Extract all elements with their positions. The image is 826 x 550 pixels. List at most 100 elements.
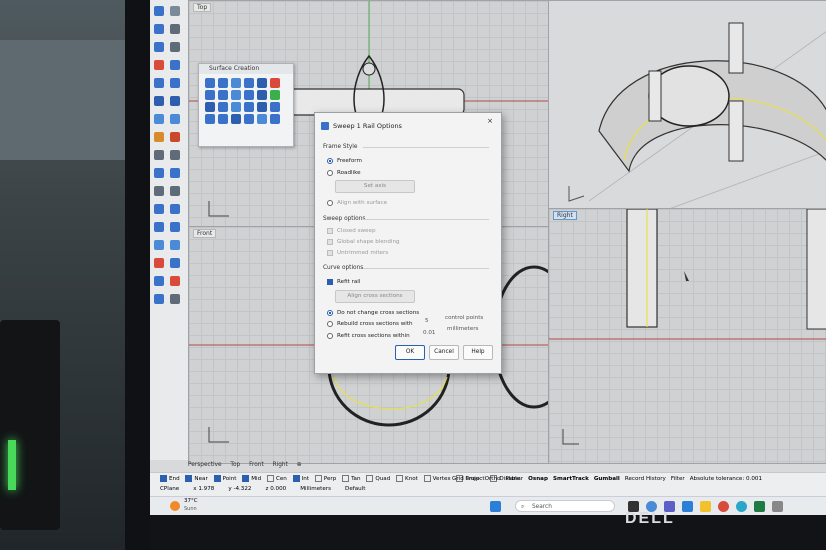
tab-add-icon[interactable]: ⊕ (297, 462, 302, 468)
render-tool-icon[interactable] (170, 222, 180, 232)
chamfer-surface-icon[interactable] (244, 102, 254, 112)
freeform-option[interactable]: Freeform (327, 158, 362, 164)
snap-end[interactable]: End (160, 475, 180, 482)
array-tool-icon[interactable] (170, 186, 180, 196)
text-tool-icon[interactable] (170, 204, 180, 214)
curve-tool-icon[interactable] (170, 6, 180, 16)
match-surface-icon[interactable] (257, 102, 267, 112)
snap-end-checkbox[interactable] (160, 475, 167, 482)
unroll-surface-icon[interactable] (231, 114, 241, 124)
snap-quad-checkbox[interactable] (366, 475, 374, 482)
toggle-filter[interactable]: Filter (671, 476, 685, 482)
excel-icon[interactable] (754, 501, 765, 512)
weather-icon[interactable] (170, 501, 180, 511)
snap-quad[interactable]: Quad (366, 475, 390, 482)
polyline-tool-icon[interactable] (154, 24, 164, 34)
snap-int[interactable]: Int (292, 475, 309, 482)
merge-surface-icon[interactable] (270, 102, 280, 112)
rectangle-tool-icon[interactable] (170, 42, 180, 52)
shrink-surface-icon[interactable] (244, 114, 254, 124)
patch-icon[interactable] (244, 90, 254, 100)
snap-perp-checkbox[interactable] (314, 475, 322, 482)
loft-icon[interactable] (257, 78, 267, 88)
history-tool-icon[interactable] (170, 258, 180, 268)
snap-mid[interactable]: Mid (242, 475, 261, 482)
solid-tool-icon[interactable] (154, 78, 164, 88)
snap-knot[interactable]: Knot (396, 475, 418, 482)
toggle-osnap[interactable]: Osnap (528, 476, 548, 482)
align-cross-button[interactable]: Align cross sections (335, 290, 415, 303)
set-axis-button[interactable]: Set axis (335, 180, 415, 193)
rebuild-radio[interactable] (327, 321, 333, 327)
extrude-surface-icon[interactable] (244, 78, 254, 88)
refit-rail-checkbox[interactable] (327, 279, 333, 285)
snap-near[interactable]: Near (185, 475, 208, 482)
freeform-radio[interactable] (327, 158, 333, 164)
layer-label[interactable]: Default (345, 486, 365, 492)
edge-surface-icon[interactable] (270, 90, 280, 100)
rebuild-value[interactable]: 5 (425, 318, 429, 324)
toggle-smarttrack[interactable]: SmartTrack (553, 476, 589, 482)
snap-knot-checkbox[interactable] (396, 475, 404, 482)
refit-value[interactable]: 0.01 (423, 330, 435, 336)
circle-tool-icon[interactable] (170, 24, 180, 34)
tab-front[interactable]: Front (249, 462, 264, 468)
snap-int-checkbox[interactable] (292, 475, 300, 482)
tab-perspective[interactable]: Perspective (188, 462, 222, 468)
cplane-label[interactable]: CPlane (160, 486, 179, 492)
snap-near-checkbox[interactable] (185, 475, 193, 482)
properties-tool-icon[interactable] (154, 276, 164, 286)
surface-from-points-icon[interactable] (205, 78, 215, 88)
refit-radio[interactable] (327, 333, 333, 339)
align-surface-radio[interactable] (327, 200, 333, 206)
help-button[interactable]: Help (463, 345, 493, 360)
fillet-tool-icon[interactable] (154, 114, 164, 124)
point-tool-icon[interactable] (154, 6, 164, 16)
planar-surface-icon[interactable] (231, 78, 241, 88)
rebuild-surface-icon[interactable] (218, 114, 228, 124)
cancel-button[interactable]: Cancel (429, 345, 459, 360)
offset-surface-icon[interactable] (205, 102, 215, 112)
untrimmed-option[interactable]: Untrimmed miters (327, 250, 388, 256)
no-change-radio[interactable] (327, 310, 333, 316)
untrim-surface-icon[interactable] (270, 114, 280, 124)
mesh-tool-icon[interactable] (170, 78, 180, 88)
toggle-planar[interactable]: Planar (505, 476, 523, 482)
fillet-surface-icon[interactable] (231, 102, 241, 112)
rail-revolve-icon[interactable] (218, 102, 228, 112)
ok-button[interactable]: OK (395, 345, 425, 360)
align-surface-option[interactable]: Align with surface (327, 200, 387, 206)
sweep2-icon[interactable] (218, 90, 228, 100)
untrimmed-checkbox[interactable] (327, 250, 333, 256)
sphere-tool-icon[interactable] (170, 96, 180, 106)
group-tool-icon[interactable] (154, 240, 164, 250)
snap-tan[interactable]: Tan (342, 475, 361, 482)
rebuild-option[interactable]: Rebuild cross sections with (327, 321, 413, 327)
global-blend-checkbox[interactable] (327, 239, 333, 245)
blend-surface-icon[interactable] (257, 90, 267, 100)
move-tool-icon[interactable] (154, 150, 164, 160)
mirror-tool-icon[interactable] (154, 186, 164, 196)
toggle-grid-snap[interactable]: Grid Snap (452, 476, 480, 482)
toggle-gumball[interactable]: Gumball (594, 476, 620, 482)
snap-point-checkbox[interactable] (213, 475, 221, 482)
toggle-ortho[interactable]: Ortho (485, 476, 501, 482)
gumball-tool-icon[interactable] (154, 258, 164, 268)
snap-perp[interactable]: Perp (314, 475, 336, 482)
global-blend-option[interactable]: Global shape blending (327, 239, 400, 245)
toggle-record-history[interactable]: Record History (625, 476, 666, 482)
lock-tool-icon[interactable] (170, 294, 180, 304)
snap-tan-checkbox[interactable] (342, 475, 350, 482)
no-change-option[interactable]: Do not change cross sections (327, 310, 419, 316)
snap-cen-checkbox[interactable] (266, 475, 274, 482)
split-tool-icon[interactable] (170, 132, 180, 142)
layer-tool-icon[interactable] (170, 240, 180, 250)
closed-sweep-checkbox[interactable] (327, 228, 333, 234)
tab-top[interactable]: Top (230, 462, 240, 468)
box-tool-icon[interactable] (154, 96, 164, 106)
viewport-right[interactable]: Right (548, 208, 826, 464)
chrome-icon[interactable] (718, 501, 729, 512)
extrude-tool-icon[interactable] (170, 60, 180, 70)
sweep1-icon[interactable] (205, 90, 215, 100)
snap-vertex-checkbox[interactable] (423, 475, 431, 482)
